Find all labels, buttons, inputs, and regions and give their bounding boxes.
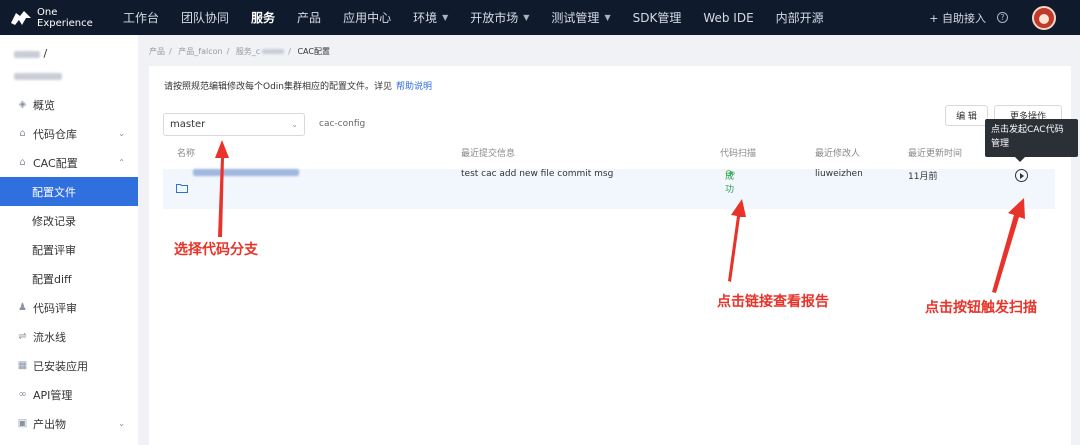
- annotation-trigger-scan: 点击按钮触发扫描: [925, 300, 1037, 316]
- annotation-view-report: 点击链接查看报告: [717, 294, 829, 310]
- arrow-to-branch: [215, 140, 229, 237]
- arrow-to-scan-status: [728, 199, 746, 282]
- annotation-arrows: [215, 140, 1025, 293]
- annotation-select-branch: 选择代码分支: [174, 242, 258, 258]
- arrow-to-scan-button: [992, 198, 1025, 293]
